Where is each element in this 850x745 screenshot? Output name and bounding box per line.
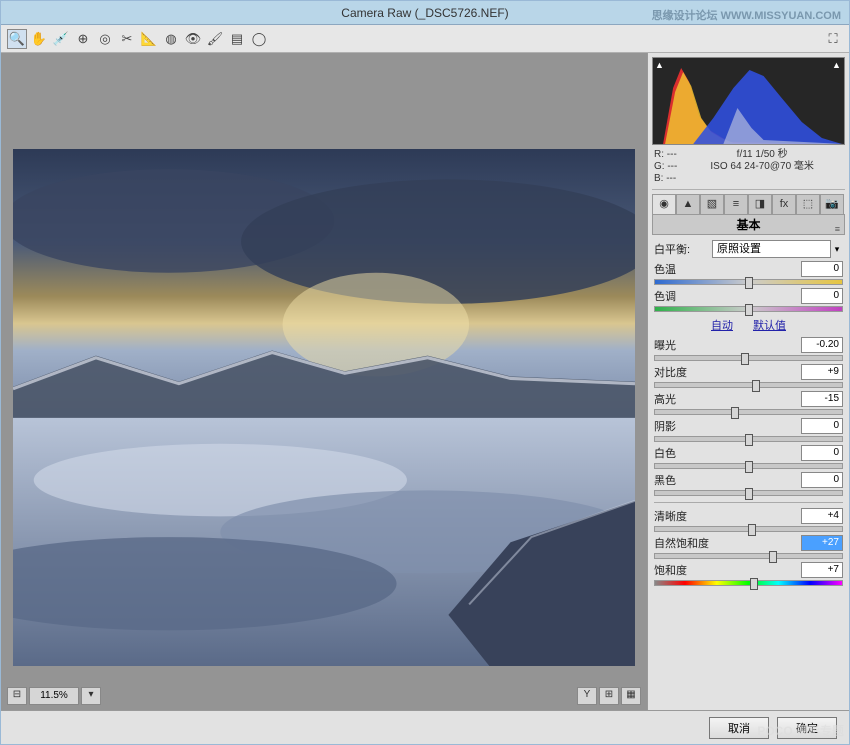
color-sampler-tool[interactable]: ⊕ (73, 29, 93, 49)
redeye-tool[interactable]: 👁 (183, 29, 203, 49)
tab-hsl[interactable]: ≡ (724, 194, 748, 214)
watermark-top: 思缘设计论坛 WWW.MISSYUAN.COM (652, 4, 841, 28)
side-panel: ▲ ▲ R: --- G: --- B: --- f/11 1/50 秒 I (647, 53, 849, 710)
exposure-value[interactable]: -0.20 (801, 337, 843, 353)
targeted-adjust-tool[interactable]: ◎ (95, 29, 115, 49)
exif-info: R: --- G: --- B: --- f/11 1/50 秒 ISO 64 … (652, 147, 845, 190)
exif-iso-lens: ISO 64 24-70@70 毫米 (681, 161, 843, 173)
ok-button[interactable]: 确定 (777, 717, 837, 739)
exposure-slider[interactable] (654, 355, 843, 361)
highlights-label: 高光 (654, 391, 712, 407)
cancel-button[interactable]: 取消 (709, 717, 769, 739)
default-link[interactable]: 默认值 (753, 320, 786, 332)
tab-lens[interactable]: fx (772, 194, 796, 214)
auto-link[interactable]: 自动 (711, 320, 733, 332)
whites-value[interactable]: 0 (801, 445, 843, 461)
exif-aperture-shutter: f/11 1/50 秒 (681, 149, 843, 161)
fullscreen-icon[interactable]: ⛶ (823, 29, 843, 49)
zoom-level[interactable]: 11.5% (29, 687, 79, 705)
highlight-clip-icon[interactable]: ▲ (832, 60, 842, 70)
histogram[interactable]: ▲ ▲ (652, 57, 845, 145)
tint-slider[interactable] (654, 306, 843, 312)
zoom-dropdown[interactable]: ▾ (81, 687, 101, 705)
highlights-slider[interactable] (654, 409, 843, 415)
tab-effects[interactable]: ⬚ (796, 194, 820, 214)
crop-tool[interactable]: ✂ (117, 29, 137, 49)
saturation-label: 饱和度 (654, 562, 712, 578)
spot-removal-tool[interactable]: ◍ (161, 29, 181, 49)
titlebar: Camera Raw (_DSC5726.NEF) 思缘设计论坛 WWW.MIS… (1, 1, 849, 25)
exif-b: B: --- (654, 173, 677, 185)
panel-tabs: ◉▲▧≡◨fx⬚📷 (652, 194, 845, 215)
tab-split[interactable]: ◨ (748, 194, 772, 214)
hand-tool[interactable]: ✋ (29, 29, 49, 49)
panel-title: 基本 ≡ (652, 215, 845, 235)
blacks-label: 黑色 (654, 472, 712, 488)
shadow-clip-icon[interactable]: ▲ (655, 60, 665, 70)
compare-icon[interactable]: ⊞ (599, 687, 619, 705)
radial-filter-tool[interactable]: ◯ (249, 29, 269, 49)
bottom-bar: 取消 确定 (1, 710, 849, 744)
shadows-label: 阴影 (654, 418, 712, 434)
exif-g: G: --- (654, 161, 677, 173)
saturation-value[interactable]: +7 (801, 562, 843, 578)
graduated-filter-tool[interactable]: ▤ (227, 29, 247, 49)
wb-select[interactable]: 原照设置 (712, 240, 831, 258)
contrast-value[interactable]: +9 (801, 364, 843, 380)
clarity-value[interactable]: +4 (801, 508, 843, 524)
whites-label: 白色 (654, 445, 712, 461)
tint-value[interactable]: 0 (801, 288, 843, 304)
panel-menu-icon[interactable]: ≡ (835, 219, 840, 239)
tab-curve[interactable]: ▲ (676, 194, 700, 214)
blacks-value[interactable]: 0 (801, 472, 843, 488)
preview-pane: ⊟ 11.5% ▾ Y ⊞ ▦ (1, 53, 647, 710)
preview-canvas[interactable] (13, 149, 635, 666)
toolbar: 🔍✋💉⊕◎✂📐◍👁🖌▤◯ ⛶ (1, 25, 849, 53)
zoom-out-button[interactable]: ⊟ (7, 687, 27, 705)
clarity-slider[interactable] (654, 526, 843, 532)
adjustment-brush-tool[interactable]: 🖌 (205, 29, 225, 49)
tab-detail[interactable]: ▧ (700, 194, 724, 214)
temp-value[interactable]: 0 (801, 261, 843, 277)
tint-label: 色调 (654, 288, 712, 304)
exif-r: R: --- (654, 149, 677, 161)
vibrance-value[interactable]: +27 (801, 535, 843, 551)
vibrance-label: 自然饱和度 (654, 535, 712, 551)
contrast-slider[interactable] (654, 382, 843, 388)
zoom-tool[interactable]: 🔍 (7, 29, 27, 49)
saturation-slider[interactable] (654, 580, 843, 586)
wb-label: 白平衡: (654, 241, 712, 257)
exposure-label: 曝光 (654, 337, 712, 353)
highlights-value[interactable]: -15 (801, 391, 843, 407)
blacks-slider[interactable] (654, 490, 843, 496)
view-icon[interactable]: ▦ (621, 687, 641, 705)
window-title: Camera Raw (_DSC5726.NEF) (341, 6, 508, 20)
straighten-tool[interactable]: 📐 (139, 29, 159, 49)
tab-basic[interactable]: ◉ (652, 194, 676, 214)
tab-camera[interactable]: 📷 (820, 194, 844, 214)
shadows-value[interactable]: 0 (801, 418, 843, 434)
shadows-slider[interactable] (654, 436, 843, 442)
whites-slider[interactable] (654, 463, 843, 469)
chevron-down-icon[interactable]: ▾ (831, 244, 843, 255)
vibrance-slider[interactable] (654, 553, 843, 559)
temp-slider[interactable] (654, 279, 843, 285)
filter-icon[interactable]: Y (577, 687, 597, 705)
clarity-label: 清晰度 (654, 508, 712, 524)
temp-label: 色温 (654, 261, 712, 277)
white-balance-tool[interactable]: 💉 (51, 29, 71, 49)
contrast-label: 对比度 (654, 364, 712, 380)
